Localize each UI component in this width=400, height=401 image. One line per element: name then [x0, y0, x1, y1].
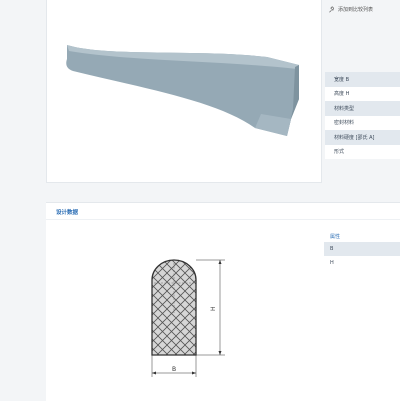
attributes-table: 属性 B H — [324, 230, 400, 270]
attribute-row-h: H — [324, 256, 400, 270]
width-dimension-label: B — [172, 366, 176, 373]
property-label: 密封材料 — [334, 120, 355, 127]
property-width: 宽度 B — [325, 72, 400, 87]
divider — [46, 219, 400, 220]
attribute-row-b: B — [324, 242, 400, 256]
seal-profile-image — [66, 45, 299, 136]
property-form: 形式 — [325, 144, 400, 159]
property-label: 宽度 B — [334, 76, 350, 83]
product-properties-list: 宽度 B 高度 H 材料类型 密封材料 材料硬度 [邵氏 A] 形式 — [325, 72, 400, 159]
property-height: 高度 H — [325, 86, 400, 101]
height-dimension-label: H — [210, 306, 217, 311]
property-label: 形式 — [334, 149, 345, 156]
add-to-compare-link[interactable]: 添加到比较列表 — [328, 6, 373, 13]
pin-icon — [329, 6, 335, 13]
add-to-compare-label: 添加到比较列表 — [338, 7, 374, 13]
property-hardness: 材料硬度 [邵氏 A] — [325, 130, 400, 145]
attribute-label: H — [330, 260, 334, 266]
property-material-type: 材料类型 — [325, 101, 400, 116]
property-label: 材料类型 — [334, 105, 355, 112]
cross-section-drawing: H B — [151, 259, 225, 377]
product-image-card — [46, 0, 322, 183]
design-data-title: 设计数据 — [56, 210, 79, 216]
property-label: 高度 H — [334, 91, 350, 98]
property-seal-material: 密封材料 — [325, 115, 400, 130]
attributes-header: 属性 — [324, 230, 400, 242]
property-label: 材料硬度 [邵氏 A] — [334, 134, 375, 141]
attribute-label: B — [330, 246, 334, 252]
